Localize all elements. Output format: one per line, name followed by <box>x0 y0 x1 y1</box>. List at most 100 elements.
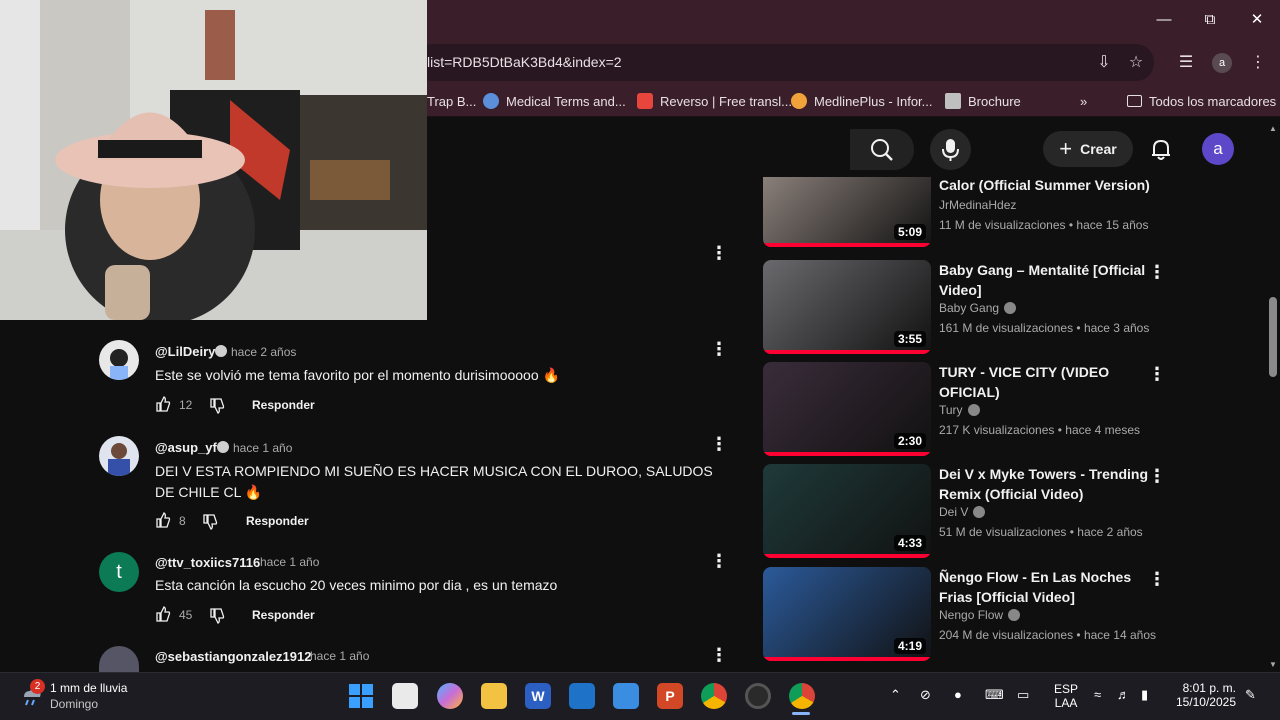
bookmark-item[interactable]: Trap B... <box>427 90 476 112</box>
search-button[interactable] <box>850 129 914 170</box>
windows-icon <box>349 684 373 708</box>
like-button[interactable] <box>155 396 171 412</box>
video-channel[interactable]: JrMedinaHdez <box>939 198 1016 212</box>
bookmark-star-icon[interactable]: ☆ <box>1125 52 1147 74</box>
like-button[interactable] <box>155 606 171 622</box>
comment-time[interactable]: hace 1 año <box>310 649 369 663</box>
verified-icon <box>215 345 227 357</box>
video-menu-icon[interactable]: ⋮ <box>1147 464 1167 488</box>
install-app-icon[interactable]: ⇩ <box>1093 52 1115 74</box>
video-thumbnail[interactable]: 4:33 <box>763 464 931 558</box>
video-thumbnail[interactable]: 2:30 <box>763 362 931 456</box>
comment-menu-icon[interactable]: ⋮ <box>709 432 729 456</box>
microphone-tray-icon[interactable]: ● <box>954 687 962 702</box>
dislike-button[interactable] <box>209 608 225 624</box>
url-text[interactable]: list=RDB5DtBaK3Bd4&index=2 <box>427 54 622 70</box>
start-button[interactable] <box>348 683 374 709</box>
reply-button[interactable]: Responder <box>252 608 315 622</box>
restore-button[interactable]: ⧉ <box>1198 8 1222 32</box>
video-thumbnail[interactable]: 5:09 <box>763 177 931 247</box>
show-hidden-icons[interactable]: ⌃ <box>890 687 901 703</box>
video-menu-icon[interactable]: ⋮ <box>1147 567 1167 591</box>
video-title[interactable]: Calor (Official Summer Version) <box>939 175 1199 195</box>
more-bookmarks-icon[interactable]: » <box>1080 90 1087 112</box>
video-channel[interactable]: Dei V <box>939 505 986 519</box>
battery-icon[interactable]: ▮ <box>1141 687 1148 703</box>
file-explorer-icon[interactable] <box>481 683 507 709</box>
profile-avatar[interactable]: a <box>1212 53 1232 73</box>
video-title[interactable]: Ñengo Flow - En Las Noches Frias [Offici… <box>939 567 1149 607</box>
create-button[interactable]: + Crear <box>1043 131 1133 167</box>
powerpoint-icon[interactable]: P <box>657 683 683 709</box>
comment-menu-icon[interactable]: ⋮ <box>709 241 729 265</box>
reply-button[interactable]: Responder <box>246 514 309 528</box>
comment-menu-icon[interactable]: ⋮ <box>709 643 729 667</box>
clock[interactable]: 8:01 p. m. 15/10/2025 <box>1170 681 1236 709</box>
recorder-icon[interactable] <box>745 683 771 709</box>
comment-menu-icon[interactable]: ⋮ <box>709 549 729 573</box>
language-indicator[interactable]: ESP LAA <box>1054 682 1078 710</box>
video-duration: 3:55 <box>893 331 926 347</box>
dislike-button[interactable] <box>209 398 225 414</box>
active-app-indicator <box>792 712 810 715</box>
chrome-icon[interactable] <box>701 683 727 709</box>
touchpad-icon[interactable]: ▭ <box>1017 687 1029 703</box>
video-title[interactable]: Dei V x Myke Towers - Trending Remix (Of… <box>939 464 1149 504</box>
medical-terms-icon <box>483 93 499 109</box>
minimize-button[interactable]: — <box>1152 8 1176 32</box>
close-window-button[interactable]: ✕ <box>1245 8 1269 32</box>
bookmark-item[interactable]: Brochure <box>945 90 1021 112</box>
scroll-down-arrow[interactable]: ▼ <box>1268 660 1278 670</box>
bookmark-label: Trap B... <box>427 93 477 109</box>
video-title[interactable]: TURY - VICE CITY (VIDEO OFICIAL) <box>939 362 1149 402</box>
bookmark-item[interactable]: Medical Terms and... <box>483 90 626 112</box>
comment-menu-icon[interactable]: ⋮ <box>709 337 729 361</box>
video-channel[interactable]: Baby Gang <box>939 301 1017 315</box>
notifications-button[interactable] <box>1148 136 1174 162</box>
comment-time[interactable]: hace 1 año <box>233 441 292 455</box>
video-channel[interactable]: Nengo Flow <box>939 608 1021 622</box>
media-queue-icon[interactable]: ☰ <box>1175 52 1197 74</box>
word-icon[interactable]: W <box>525 683 551 709</box>
keyboard-icon[interactable]: ⌨ <box>985 687 1004 703</box>
wifi-icon[interactable]: ≈ <box>1094 687 1101 702</box>
comment-time[interactable]: hace 2 años <box>231 345 296 359</box>
comment-handle[interactable]: @sebastiangonzalez1912 <box>155 649 311 664</box>
reply-button[interactable]: Responder <box>252 398 315 412</box>
commenter-avatar[interactable] <box>99 436 139 476</box>
video-title[interactable]: Baby Gang – Mentalité [Official Video] <box>939 260 1149 300</box>
voice-search-button[interactable] <box>930 129 971 170</box>
video-channel[interactable]: Tury <box>939 403 980 417</box>
bookmark-item[interactable]: MedlinePlus - Infor... <box>791 90 933 112</box>
video-menu-icon[interactable]: ⋮ <box>1147 362 1167 386</box>
video-menu-icon[interactable]: ⋮ <box>1147 260 1167 284</box>
taskbar <box>0 672 1280 720</box>
comment-time[interactable]: hace 1 año <box>260 555 319 569</box>
volume-icon[interactable]: ♬ <box>1117 687 1130 702</box>
weather-title[interactable]: 1 mm de lluvia <box>50 681 127 695</box>
network-off-icon[interactable]: ⊘ <box>920 687 931 703</box>
store-icon[interactable] <box>569 683 595 709</box>
account-avatar[interactable]: a <box>1202 133 1234 165</box>
commenter-avatar[interactable] <box>99 646 139 672</box>
video-thumbnail[interactable]: 4:19 <box>763 567 931 661</box>
scroll-up-arrow[interactable]: ▲ <box>1268 124 1278 134</box>
commenter-avatar[interactable] <box>99 340 139 380</box>
commenter-avatar[interactable]: t <box>99 552 139 592</box>
bookmark-item[interactable]: Reverso | Free transl... <box>637 90 792 112</box>
notification-center-icon[interactable]: ✎ <box>1245 687 1256 703</box>
task-view-icon[interactable] <box>392 683 418 709</box>
scrollbar-thumb[interactable] <box>1269 297 1277 377</box>
chrome-profile-icon[interactable] <box>789 683 815 709</box>
scrollbar-track[interactable] <box>1266 124 1280 672</box>
dislike-button[interactable] <box>202 514 218 530</box>
comment-handle[interactable]: @LilDeiry <box>155 344 215 359</box>
calendar-icon[interactable] <box>613 683 639 709</box>
comment-handle[interactable]: @ttv_toxiics7116 <box>155 555 260 570</box>
copilot-icon[interactable] <box>437 683 463 709</box>
like-button[interactable] <box>155 512 171 528</box>
comment-handle[interactable]: @asup_yf <box>155 440 217 455</box>
video-thumbnail[interactable]: 3:55 <box>763 260 931 354</box>
browser-menu-icon[interactable]: ⋮ <box>1247 52 1269 74</box>
all-bookmarks-button[interactable]: Todos los marcadores <box>1127 90 1276 112</box>
